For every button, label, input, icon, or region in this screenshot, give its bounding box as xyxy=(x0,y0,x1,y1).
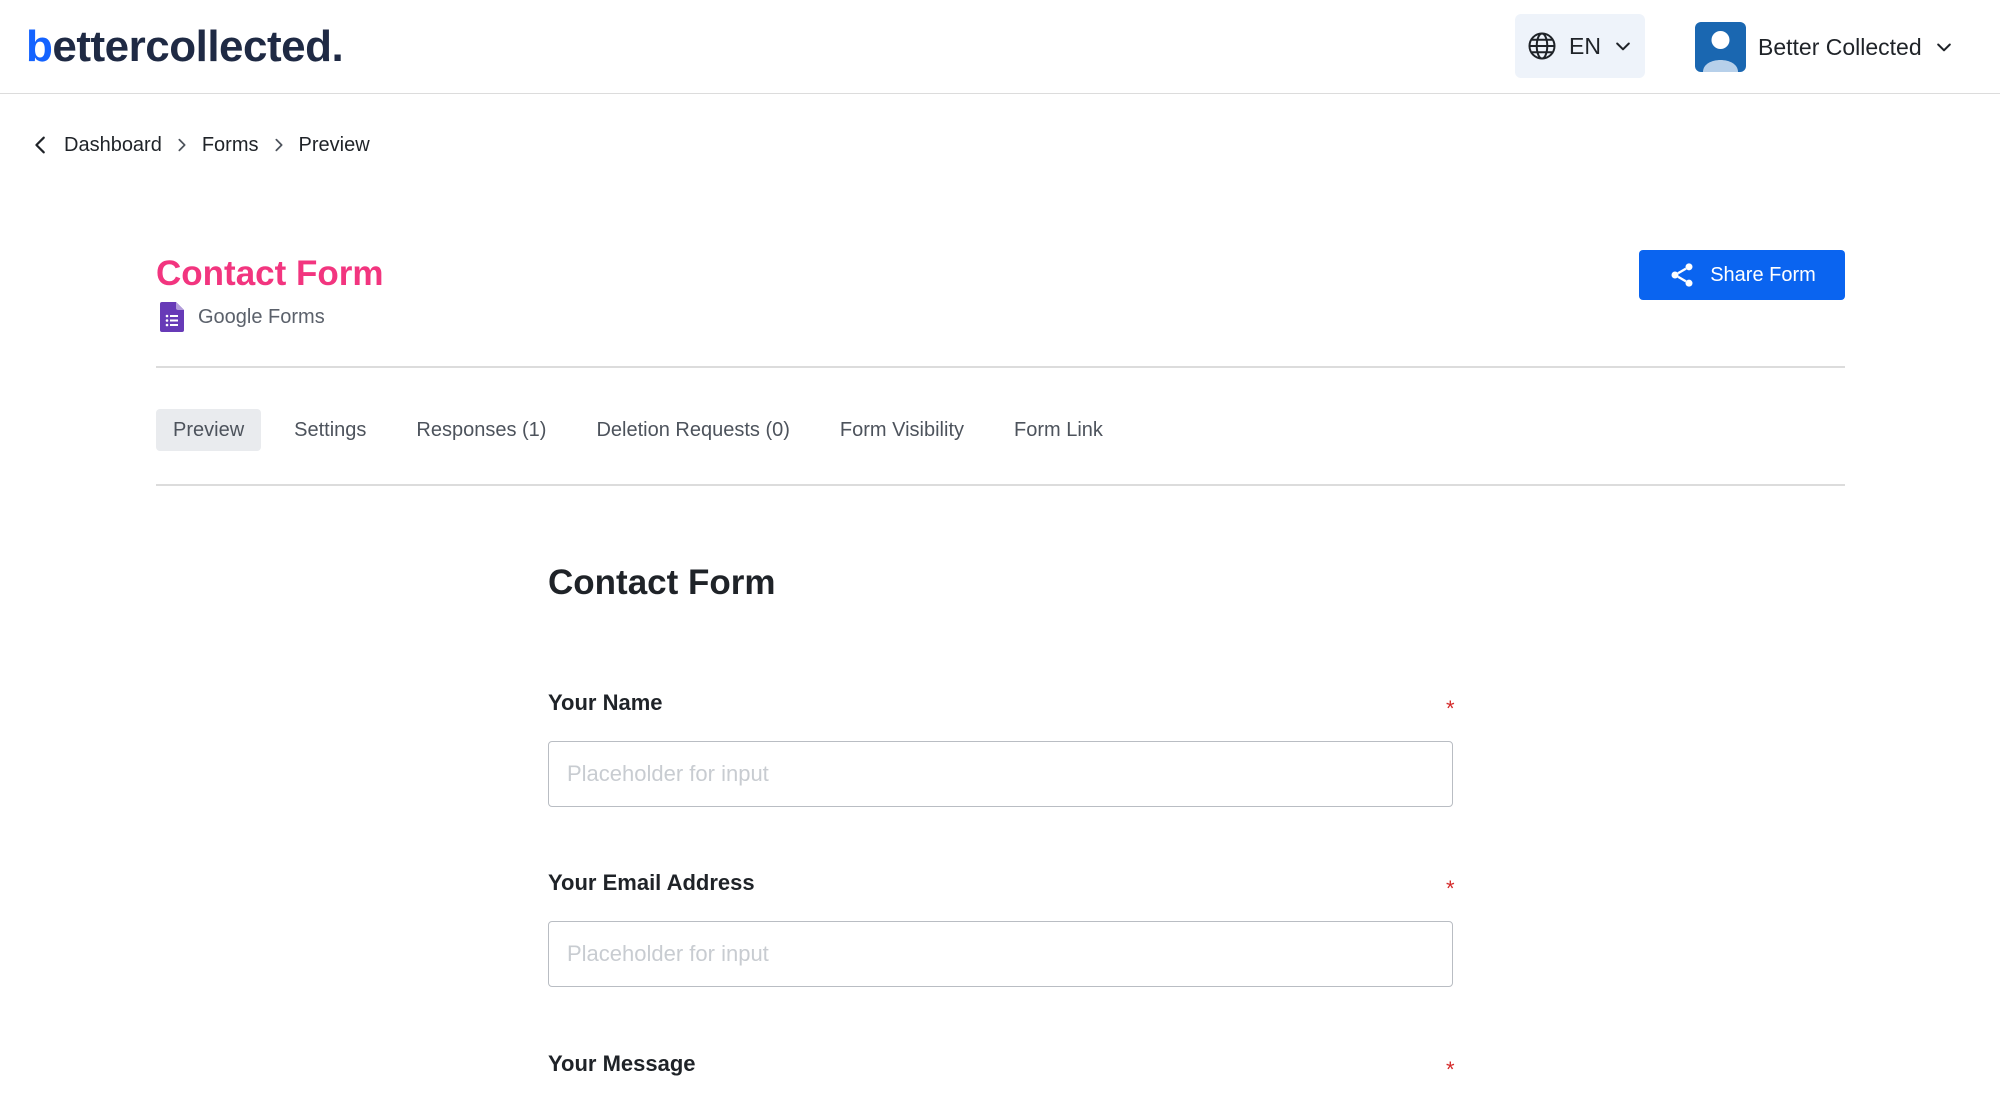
share-form-button[interactable]: Share Form xyxy=(1639,250,1845,300)
breadcrumb: Dashboard Forms Preview xyxy=(30,128,370,162)
breadcrumb-preview: Preview xyxy=(298,133,370,156)
globe-icon xyxy=(1528,32,1556,60)
tab-form-visibility[interactable]: Form Visibility xyxy=(823,409,981,451)
avatar xyxy=(1695,22,1746,72)
chevron-right-icon xyxy=(178,138,186,152)
question-label-email: Your Email Address xyxy=(548,870,755,895)
provider-label: Google Forms xyxy=(198,305,325,328)
name-input[interactable] xyxy=(548,741,1453,807)
chevron-down-icon xyxy=(1936,43,1951,52)
logo-letter-b: b xyxy=(26,22,53,71)
google-forms-icon xyxy=(160,302,184,332)
logo-text: ettercollected. xyxy=(52,22,344,71)
back-chevron-icon[interactable] xyxy=(30,134,52,156)
required-marker: * xyxy=(1446,876,1455,901)
tab-form-link[interactable]: Form Link xyxy=(997,409,1120,451)
tab-deletion-requests[interactable]: Deletion Requests (0) xyxy=(579,409,806,451)
chevron-right-icon xyxy=(274,138,283,152)
top-header: b ettercollected. EN Better Collected xyxy=(0,0,2000,94)
tabs-divider xyxy=(156,484,1845,486)
page-title: Contact Form xyxy=(156,254,384,293)
form-tabs: Preview Settings Responses (1) Deletion … xyxy=(156,409,1136,451)
user-name: Better Collected xyxy=(1758,33,1922,60)
tab-responses[interactable]: Responses (1) xyxy=(399,409,563,451)
language-label: EN xyxy=(1569,32,1601,59)
brand-logo[interactable]: b ettercollected. xyxy=(26,22,344,72)
user-silhouette-icon xyxy=(1703,31,1738,72)
breadcrumb-forms[interactable]: Forms xyxy=(202,134,259,157)
language-selector[interactable]: EN xyxy=(1515,14,1645,78)
tab-preview[interactable]: Preview xyxy=(156,409,262,451)
share-form-label: Share Form xyxy=(1710,263,1816,286)
question-label-message: Your Message xyxy=(548,1051,696,1076)
title-divider xyxy=(156,366,1845,368)
chevron-down-icon xyxy=(1616,42,1630,51)
required-marker: * xyxy=(1446,696,1455,721)
app-root: b ettercollected. EN Better Collected Da… xyxy=(0,0,2000,1097)
form-preview-heading: Contact Form xyxy=(548,563,776,602)
form-provider: Google Forms xyxy=(160,301,325,333)
tab-settings[interactable]: Settings xyxy=(277,409,383,451)
question-label-name: Your Name xyxy=(548,690,663,715)
user-menu[interactable]: Better Collected xyxy=(1695,21,1954,73)
email-input[interactable] xyxy=(548,921,1453,987)
share-icon xyxy=(1671,263,1693,287)
breadcrumb-dashboard[interactable]: Dashboard xyxy=(64,134,162,157)
required-marker: * xyxy=(1446,1057,1455,1082)
